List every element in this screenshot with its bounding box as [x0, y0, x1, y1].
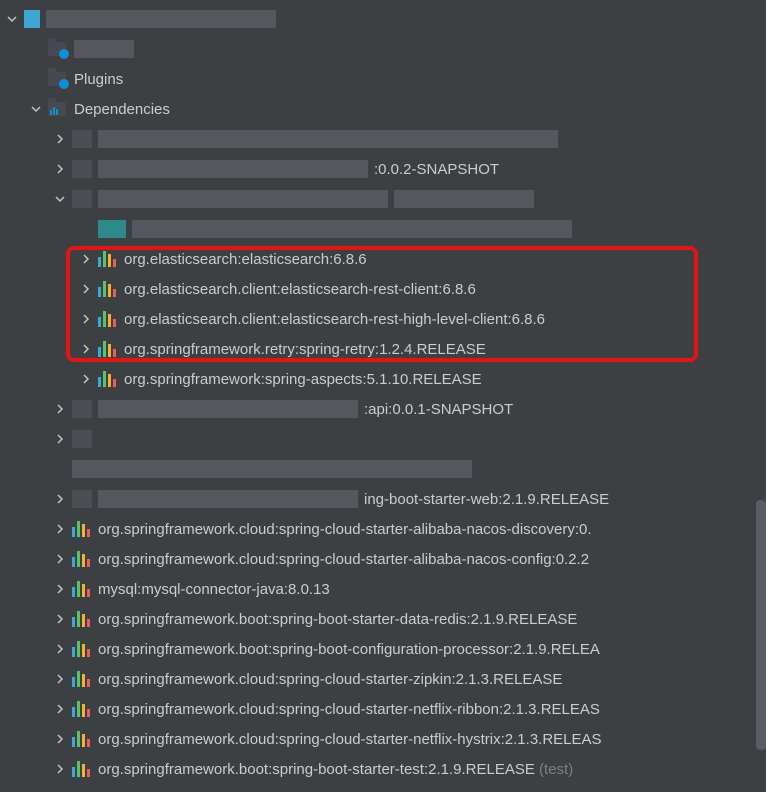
dependency-icon	[98, 371, 116, 387]
expand-arrow-right-icon[interactable]	[80, 283, 92, 295]
tree-row-dependencies[interactable]: Dependencies	[0, 94, 766, 124]
node-label: mysql:mysql-connector-java:8.0.13	[98, 581, 330, 598]
expand-arrow-right-icon[interactable]	[80, 373, 92, 385]
expand-arrow-down-icon[interactable]	[54, 193, 66, 205]
tree-row-plugins[interactable]: Plugins	[0, 64, 766, 94]
dependency-icon	[98, 341, 116, 357]
dependency-icon	[72, 581, 90, 597]
node-label: org.springframework.cloud:spring-cloud-s…	[98, 551, 589, 568]
dependency-icon	[72, 611, 90, 627]
tree-row[interactable]	[0, 34, 766, 64]
tree-row[interactable]: org.springframework.retry:spring-retry:1…	[0, 334, 766, 364]
node-label: ing-boot-starter-web:2.1.9.RELEASE	[364, 491, 609, 508]
node-label: :api:0.0.1-SNAPSHOT	[364, 401, 513, 418]
node-label: org.springframework.retry:spring-retry:1…	[124, 341, 486, 358]
tree-row[interactable]: org.springframework.cloud:spring-cloud-s…	[0, 544, 766, 574]
node-label: Dependencies	[74, 101, 170, 118]
project-tree: Plugins Dependencies :0.0.2-SNAPSHOT	[0, 0, 766, 784]
tree-row[interactable]	[0, 4, 766, 34]
tree-row[interactable]	[0, 124, 766, 154]
dependency-icon	[72, 671, 90, 687]
tree-row[interactable]: org.springframework.boot:spring-boot-sta…	[0, 754, 766, 784]
tree-row[interactable]: org.springframework.cloud:spring-cloud-s…	[0, 514, 766, 544]
node-label: org.springframework.cloud:spring-cloud-s…	[98, 521, 592, 538]
expand-arrow-right-icon[interactable]	[80, 313, 92, 325]
expand-arrow-right-icon[interactable]	[54, 403, 66, 415]
folder-settings-icon	[48, 72, 66, 86]
tree-row[interactable]: :api:0.0.1-SNAPSHOT	[0, 394, 766, 424]
node-label: org.springframework:spring-aspects:5.1.1…	[124, 371, 482, 388]
node-label: org.elasticsearch:elasticsearch:6.8.6	[124, 251, 367, 268]
tree-row[interactable]	[0, 214, 766, 244]
node-label: org.springframework.cloud:spring-cloud-s…	[98, 701, 600, 718]
dependency-icon	[98, 311, 116, 327]
node-label: org.springframework.cloud:spring-cloud-s…	[98, 671, 562, 688]
tree-row[interactable]: org.springframework:spring-aspects:5.1.1…	[0, 364, 766, 394]
expand-arrow-down-icon[interactable]	[30, 103, 42, 115]
expand-arrow-right-icon[interactable]	[54, 733, 66, 745]
tree-row[interactable]: org.springframework.cloud:spring-cloud-s…	[0, 724, 766, 754]
node-label: org.springframework.boot:spring-boot-sta…	[98, 761, 535, 778]
expand-arrow-right-icon[interactable]	[54, 643, 66, 655]
tree-row[interactable]: org.elasticsearch:elasticsearch:6.8.6	[0, 244, 766, 274]
tree-row[interactable]: org.elasticsearch.client:elasticsearch-r…	[0, 304, 766, 334]
expand-arrow-right-icon[interactable]	[80, 343, 92, 355]
expand-arrow-right-icon[interactable]	[54, 553, 66, 565]
tree-row[interactable]: org.springframework.cloud:spring-cloud-s…	[0, 664, 766, 694]
expand-arrow-right-icon[interactable]	[54, 433, 66, 445]
expand-arrow-right-icon[interactable]	[54, 163, 66, 175]
folder-settings-icon	[48, 42, 66, 56]
tree-row[interactable]: org.elasticsearch.client:elasticsearch-r…	[0, 274, 766, 304]
node-label: Plugins	[74, 71, 123, 88]
expand-arrow-right-icon[interactable]	[54, 703, 66, 715]
tree-row[interactable]	[0, 424, 766, 454]
expand-arrow-right-icon[interactable]	[54, 583, 66, 595]
node-label: org.springframework.boot:spring-boot-sta…	[98, 611, 577, 628]
tree-row[interactable]	[0, 454, 766, 484]
dependency-icon	[98, 251, 116, 267]
tree-row[interactable]: org.springframework.boot:spring-boot-sta…	[0, 604, 766, 634]
expand-arrow-down-icon[interactable]	[6, 13, 18, 25]
node-label: org.elasticsearch.client:elasticsearch-r…	[124, 311, 545, 328]
expand-arrow-right-icon[interactable]	[54, 133, 66, 145]
tree-row[interactable]: org.springframework.cloud:spring-cloud-s…	[0, 694, 766, 724]
node-label: org.elasticsearch.client:elasticsearch-r…	[124, 281, 476, 298]
expand-arrow-right-icon[interactable]	[54, 493, 66, 505]
dependency-icon	[72, 521, 90, 537]
tree-row[interactable]: mysql:mysql-connector-java:8.0.13	[0, 574, 766, 604]
dependency-icon	[72, 731, 90, 747]
tree-row[interactable]: org.springframework.boot:spring-boot-con…	[0, 634, 766, 664]
expand-arrow-right-icon[interactable]	[54, 673, 66, 685]
expand-arrow-right-icon[interactable]	[80, 253, 92, 265]
expand-arrow-right-icon[interactable]	[54, 613, 66, 625]
tree-row[interactable]	[0, 184, 766, 214]
folder-deps-icon	[48, 102, 66, 116]
node-label: org.springframework.boot:spring-boot-con…	[98, 641, 600, 658]
dependency-icon	[72, 761, 90, 777]
scope-label: (test)	[539, 761, 573, 778]
tree-row[interactable]: :0.0.2-SNAPSHOT	[0, 154, 766, 184]
dependency-icon	[98, 281, 116, 297]
dependency-icon	[72, 641, 90, 657]
dependency-icon	[72, 551, 90, 567]
node-label: :0.0.2-SNAPSHOT	[374, 161, 499, 178]
expand-arrow-right-icon[interactable]	[54, 763, 66, 775]
scrollbar-thumb[interactable]	[756, 500, 766, 750]
expand-arrow-right-icon[interactable]	[54, 523, 66, 535]
tree-row[interactable]: ing-boot-starter-web:2.1.9.RELEASE	[0, 484, 766, 514]
node-label: org.springframework.cloud:spring-cloud-s…	[98, 731, 602, 748]
dependency-icon	[72, 701, 90, 717]
